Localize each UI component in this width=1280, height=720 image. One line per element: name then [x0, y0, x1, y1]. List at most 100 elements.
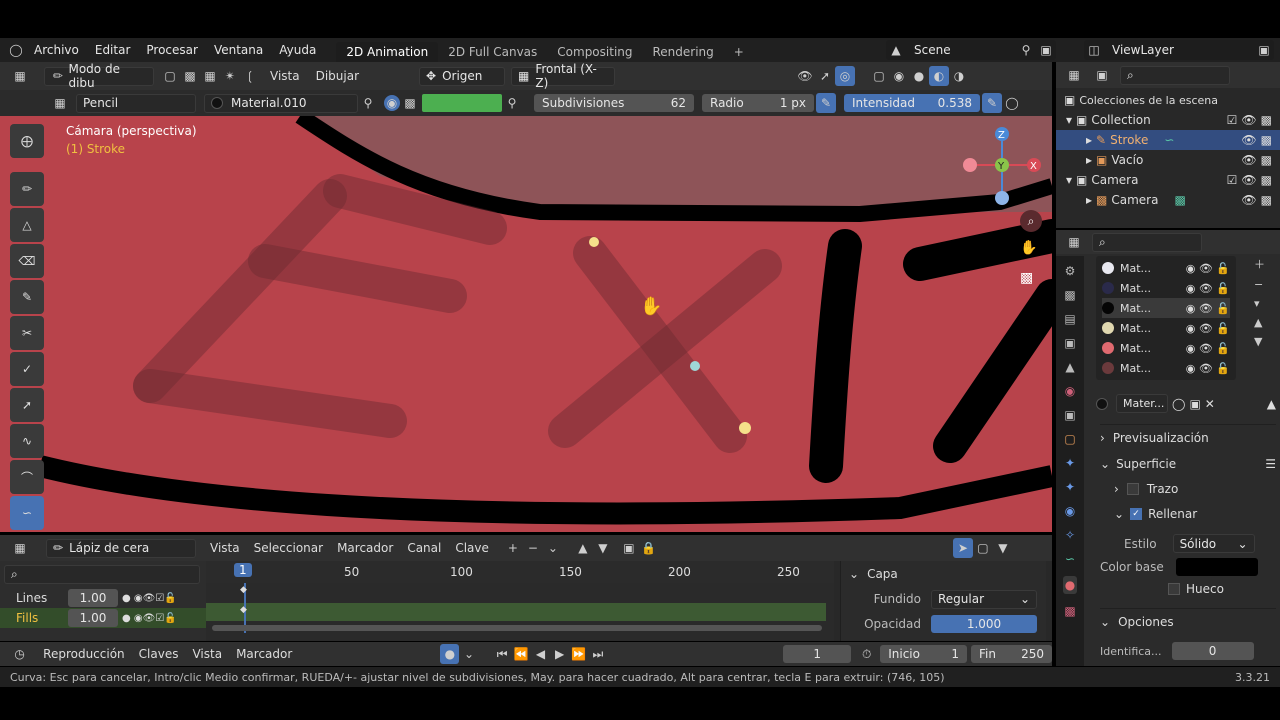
current-frame-badge[interactable]: 1: [234, 563, 252, 577]
jump-end-icon[interactable]: ⏭: [588, 644, 607, 664]
collection-tab-icon[interactable]: ▣: [1064, 408, 1075, 422]
camera-icon[interactable]: ▩: [1261, 133, 1272, 147]
end-frame-field[interactable]: Fin 250: [971, 645, 1053, 663]
color-swatch[interactable]: [422, 94, 502, 112]
arc-tool[interactable]: ⌒: [10, 460, 44, 494]
new-scene-icon[interactable]: ▣: [1036, 40, 1056, 60]
view-layer-tab-icon[interactable]: ▣: [1064, 336, 1075, 350]
specials-icon[interactable]: ▾: [1254, 297, 1265, 310]
outliner-row-empty[interactable]: ▸ ▣ Vacío 👁 ▩: [1056, 150, 1280, 170]
ds-menu-clave[interactable]: Clave: [455, 541, 489, 555]
pin-material-icon[interactable]: ⚲: [358, 93, 378, 113]
vertex-color-icon[interactable]: ▩: [400, 93, 420, 113]
panel-options[interactable]: ⌄ Opciones: [1100, 608, 1276, 634]
unlink-icon[interactable]: ✕: [1205, 397, 1215, 411]
pin-icon[interactable]: ⚲: [1016, 40, 1036, 60]
panel-surface[interactable]: ⌄ Superficie ☰: [1100, 451, 1276, 477]
view-axis-dropdown[interactable]: ▦ Frontal (X-Z): [511, 62, 616, 90]
chevron-down-icon[interactable]: ⌄: [459, 644, 478, 664]
object-tab-icon[interactable]: ▢: [1064, 432, 1075, 446]
curve-options-icon[interactable]: ◯: [1002, 93, 1022, 113]
ident-field[interactable]: 0: [1171, 642, 1254, 660]
subpanel-stroke[interactable]: › Trazo: [1114, 476, 1274, 502]
outliner-row-stroke[interactable]: ▸ ✎ Stroke ∽ 👁 ▩: [1056, 130, 1280, 150]
style-dropdown[interactable]: Sólido ⌄: [1172, 534, 1255, 553]
select-cursor-icon[interactable]: ➤: [952, 538, 973, 558]
ds-menu-vista[interactable]: Vista: [210, 541, 240, 555]
select-points-icon[interactable]: ▩: [180, 66, 200, 86]
lock-icon[interactable]: 🔒: [639, 538, 659, 558]
display-mode-icon[interactable]: ▣: [1092, 65, 1112, 85]
blender-logo-icon[interactable]: ◯: [6, 40, 26, 60]
output-tab-icon[interactable]: ▤: [1064, 312, 1075, 326]
scene-tab-icon[interactable]: ▲: [1065, 360, 1074, 374]
list-icon[interactable]: ☰: [1265, 457, 1276, 471]
menu-editar[interactable]: Editar: [87, 43, 139, 57]
outliner-row-camera-collection[interactable]: ▾ ▣ Camera ☑ 👁 ▩: [1056, 170, 1280, 190]
viewport-3d[interactable]: Cámara (perspectiva) (1) Stroke ✋ ⨁ ✏ △ …: [0, 116, 1052, 532]
menu-vista[interactable]: Vista: [270, 69, 300, 83]
basecolor-swatch[interactable]: [1175, 558, 1258, 576]
brush-selector[interactable]: Pencil: [76, 93, 196, 113]
play-icon[interactable]: ▶: [550, 644, 569, 664]
filter-icon[interactable]: ▼: [993, 538, 1013, 558]
editor-type-icon[interactable]: ▦: [10, 66, 30, 86]
eye-icon[interactable]: 👁: [1241, 133, 1256, 147]
pressure-intensity-icon[interactable]: ✎: [982, 93, 1002, 113]
line-tool[interactable]: ➚: [10, 388, 44, 422]
camera-icon[interactable]: ▩: [1261, 193, 1272, 207]
viewlayer-selector[interactable]: ◫ ViewLayer ▣: [1084, 40, 1274, 60]
move-up-icon[interactable]: ▲: [573, 538, 593, 558]
tab-compositing[interactable]: Compositing: [547, 42, 642, 62]
tab-2d-animation[interactable]: 2D Animation: [336, 42, 439, 62]
fill-checkbox[interactable]: ✓: [1130, 508, 1143, 520]
material-slot[interactable]: Mat... ◉ 👁 🔓: [1102, 278, 1230, 298]
menu-dibujar[interactable]: Dibujar: [316, 69, 359, 83]
menu-marcador-timeline[interactable]: Marcador: [236, 647, 292, 661]
prev-keyframe-icon[interactable]: ⏪: [512, 644, 531, 664]
navigation-gizmo[interactable]: Z Y X: [958, 124, 1048, 214]
xray-icon[interactable]: ▢: [869, 66, 889, 86]
fill-tool[interactable]: △: [10, 208, 44, 242]
curve-tool[interactable]: ∽: [10, 496, 44, 530]
tint-tool[interactable]: ✎: [10, 280, 44, 314]
fake-user-icon[interactable]: ◯: [1172, 397, 1185, 411]
material-shading-icon[interactable]: ◐: [929, 66, 950, 86]
hole-checkbox[interactable]: [1168, 583, 1180, 595]
new-viewlayer-icon[interactable]: ▣: [1254, 40, 1274, 60]
camera-view-icon[interactable]: ▩: [1020, 270, 1033, 286]
wireframe-shading-icon[interactable]: ◉: [889, 66, 909, 86]
subpanel-fill[interactable]: ⌄ ✓ Rellenar: [1114, 501, 1274, 527]
eyedropper-tool[interactable]: ✓: [10, 352, 44, 386]
subdivisions-field[interactable]: Subdivisiones 62: [534, 94, 694, 112]
tool-tab-icon[interactable]: ⚙: [1065, 264, 1076, 278]
mode-dropdown[interactable]: ✏ Modo de dibu: [44, 62, 154, 90]
cutter-tool[interactable]: ✂: [10, 316, 44, 350]
menu-procesar[interactable]: Procesar: [138, 43, 206, 57]
draw-tool[interactable]: ✏: [10, 172, 44, 206]
opacidad-field[interactable]: 1.000: [931, 615, 1037, 633]
outliner-row-collection[interactable]: ▾ ▣ Collection ☑ 👁 ▩: [1056, 110, 1280, 130]
scene-selector[interactable]: ▲ Scene ⚲ ▣: [886, 40, 1056, 60]
properties-editor-icon[interactable]: ▦: [1064, 232, 1084, 252]
material-slot[interactable]: Mat... ◉ 👁 🔓: [1102, 358, 1230, 378]
select-box-icon[interactable]: ▢: [160, 66, 180, 86]
frame-ruler[interactable]: 1 50 100 150 200 250: [206, 561, 834, 583]
outliner-editor-icon[interactable]: ▦: [1064, 65, 1084, 85]
remove-layer-icon[interactable]: −: [523, 538, 543, 558]
checkbox-icon[interactable]: ☑: [1227, 113, 1238, 127]
material-name-field[interactable]: Mater...: [1116, 394, 1168, 413]
horizontal-scrollbar[interactable]: [212, 625, 822, 631]
material-slot[interactable]: Mat... ◉ 👁 🔓: [1102, 258, 1230, 278]
chevron-down-icon[interactable]: ⌄: [543, 538, 563, 558]
eye-icon[interactable]: 👁: [1241, 153, 1256, 167]
autokey-record-icon[interactable]: ●: [440, 644, 460, 664]
outliner-search[interactable]: ⌕: [1120, 65, 1230, 85]
outliner-row-camera[interactable]: ▸ ▩ Camera ▩ 👁 ▩: [1056, 190, 1280, 210]
pressure-radius-icon[interactable]: ✎: [816, 93, 836, 113]
menu-archivo[interactable]: Archivo: [26, 43, 87, 57]
ds-menu-canal[interactable]: Canal: [407, 541, 441, 555]
material-tab-icon[interactable]: ●: [1062, 576, 1078, 594]
multiframe-icon[interactable]: ✴: [220, 66, 240, 86]
cursor-tool[interactable]: ⨁: [10, 124, 44, 158]
